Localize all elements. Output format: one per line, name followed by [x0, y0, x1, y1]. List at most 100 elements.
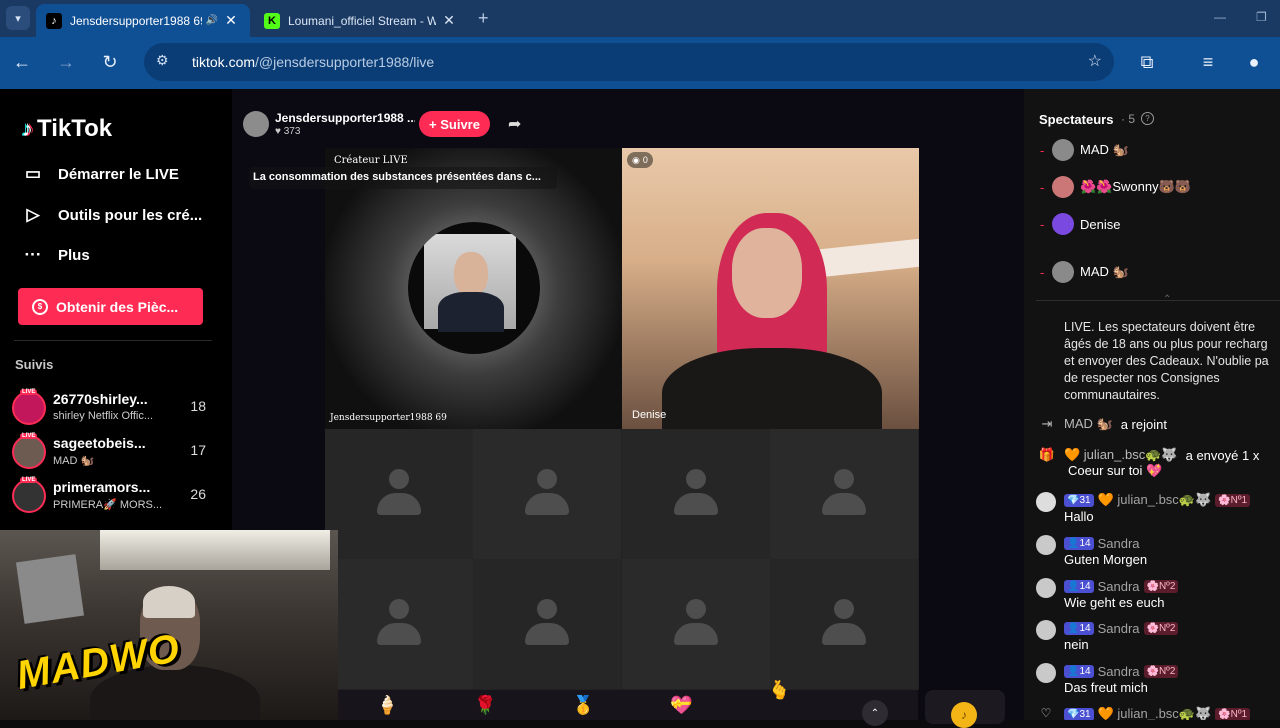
tab-search-button[interactable]: ▾ — [6, 6, 30, 30]
chat-message[interactable]: 👤14 Sandra 🌸Nº2 nein — [1036, 620, 1280, 662]
viewers-title: Spectateurs — [1039, 112, 1114, 127]
follow-button[interactable]: + Suivre — [419, 111, 490, 137]
chat-user[interactable]: Sandra — [1098, 536, 1140, 551]
minimize-icon[interactable]: — — [1214, 10, 1226, 24]
following-name: 26770shirley... — [53, 391, 148, 407]
extensions-icon[interactable]: ⧉ — [1135, 50, 1159, 74]
url-text[interactable]: tiktok.com/@jensdersupporter1988/live — [192, 54, 434, 70]
following-item[interactable]: LIVE sageetobeis... MAD 🐿️ 17 — [12, 433, 212, 471]
icecream-gift-icon[interactable]: 🍦 — [376, 695, 398, 716]
reading-list-icon[interactable]: ≡ — [1196, 50, 1220, 74]
following-item[interactable]: LIVE 26770shirley... shirley Netflix Off… — [12, 389, 212, 427]
tab-jensdersupporter[interactable]: ♪ Jensdersupporter1988 69 🔊 ✕ — [36, 4, 250, 37]
speaker-icon[interactable]: 🔊 — [206, 15, 218, 26]
host-photo — [424, 234, 516, 332]
rank-badge: 🌸Nº1 — [1215, 493, 1251, 507]
nav-creator-tools[interactable]: ▷ Outils pour les cré... — [22, 205, 202, 225]
tab-title: Loumani_officiel Stream - W — [288, 13, 436, 28]
gift-message: 🎁 🧡 julian_.bsc🐢🐺 a envoyé 1 x — [1038, 447, 1280, 463]
back-icon[interactable]: ← — [10, 50, 34, 74]
viewer-item[interactable]: - MAD 🐿️ — [1040, 136, 1270, 164]
avatar — [1036, 535, 1056, 555]
chat-user[interactable]: Sandra — [1098, 664, 1140, 679]
gift-user[interactable]: 🧡 julian_.bsc🐢🐺 — [1064, 447, 1178, 463]
live-badge: LIVE — [20, 433, 38, 439]
restore-icon[interactable]: ❐ — [1256, 10, 1267, 24]
guest-video-tile[interactable] — [622, 148, 919, 429]
empty-seat[interactable] — [622, 429, 770, 559]
host-likes: ♥ 373 — [275, 126, 301, 137]
gift-item: Coeur sur toi 💖 — [1068, 463, 1163, 478]
empty-seat[interactable] — [325, 559, 473, 689]
level-badge: 💎31 — [1064, 707, 1094, 720]
host-avatar[interactable] — [243, 111, 269, 137]
chat-message[interactable]: 👤14 Sandra 🌸Nº2 Wie geht es euch — [1036, 578, 1280, 620]
rank-badge: 🌸Nº2 — [1143, 664, 1179, 678]
chat-user[interactable]: 🧡 julian_.bsc🐢🐺 — [1098, 492, 1212, 508]
nav-start-live[interactable]: ▭ Démarrer le LIVE — [22, 164, 179, 184]
rose-gift-icon[interactable]: 🌹 — [474, 695, 496, 716]
person-placeholder-icon — [525, 469, 569, 519]
rank-badge: 🌸Nº2 — [1143, 579, 1179, 593]
avatar — [1036, 620, 1056, 640]
chat-message[interactable]: 👤14 Sandra 🌸Nº2 Das freut mich — [1036, 663, 1280, 705]
logo-text: TikTok — [37, 115, 113, 142]
viewer-item[interactable]: - MAD 🐿️ — [1040, 258, 1270, 286]
guest-count-value: 0 — [642, 155, 648, 165]
gift-bar — [338, 690, 918, 720]
chat-message[interactable]: ♡ 💎31 🧡 julian_.bsc🐢🐺 🌸Nº1 — [1036, 706, 1280, 720]
viewer-item[interactable]: - Denise — [1040, 210, 1270, 238]
creator-live-badge: Créateur LIVE — [334, 155, 408, 166]
following-item[interactable]: LIVE primeramors... PRIMERA🚀 MORS... 26 — [12, 477, 212, 515]
close-tab-icon[interactable]: ✕ — [440, 12, 458, 29]
join-user[interactable]: MAD 🐿️ — [1064, 416, 1113, 432]
level-badge: 👤14 — [1064, 536, 1094, 550]
empty-seat[interactable] — [473, 559, 621, 689]
gold-gift-icon[interactable]: 🥇 — [572, 695, 594, 716]
chat-user[interactable]: Sandra — [1098, 579, 1140, 594]
bookmark-star-icon[interactable]: ☆ — [1088, 51, 1102, 71]
level-badge: 💎31 — [1064, 493, 1094, 507]
expand-gifts-icon[interactable]: ⌃ — [862, 700, 888, 726]
gift-box-icon: 🎁 — [1038, 447, 1056, 462]
tab-loumani[interactable]: K Loumani_officiel Stream - W ✕ — [254, 4, 468, 37]
empty-seat[interactable] — [325, 429, 473, 559]
coin-icon[interactable]: ♪ — [951, 702, 977, 728]
following-name: sageetobeis... — [53, 435, 146, 451]
finger-heart-gift-icon[interactable]: 🫰 — [768, 680, 790, 701]
get-coins-button[interactable]: $ Obtenir des Pièc... — [18, 288, 203, 325]
new-tab-icon[interactable]: + — [478, 8, 489, 29]
level-badge: 👤14 — [1064, 621, 1094, 635]
host-camera-circle — [408, 222, 540, 354]
profile-avatar[interactable]: ● — [1242, 50, 1266, 74]
nav-more[interactable]: ··· Plus — [22, 245, 90, 265]
chat-message[interactable]: 👤14 Sandra Guten Morgen — [1036, 535, 1280, 577]
site-info-icon[interactable]: ⚙ — [156, 52, 169, 69]
guest-viewer-count: ◉ 0 — [627, 152, 653, 168]
heart-box-gift-icon[interactable]: 💝 — [670, 695, 692, 716]
address-bar[interactable]: ⚙ tiktok.com/@jensdersupporter1988/live … — [144, 43, 1114, 81]
viewer-name: Denise — [1080, 216, 1121, 232]
empty-seat[interactable] — [622, 559, 770, 689]
person-placeholder-icon — [674, 599, 718, 649]
chat-message[interactable]: 💎31 🧡 julian_.bsc🐢🐺 🌸Nº1 Hallo — [1036, 492, 1280, 534]
share-icon[interactable]: ➦ — [508, 114, 521, 134]
content-warning-banner[interactable]: La consommation des substances présentée… — [249, 167, 557, 189]
level-badge: 👤14 — [1064, 579, 1094, 593]
chat-user[interactable]: 🧡 julian_.bsc🐢🐺 — [1098, 706, 1212, 720]
chat-text: Guten Morgen — [1064, 552, 1148, 567]
following-sub: MAD 🐿️ — [53, 455, 95, 467]
chat-user[interactable]: Sandra — [1098, 621, 1140, 636]
heart-outline-icon[interactable]: ♡ — [1036, 706, 1056, 720]
rank-badge: 🌸Nº1 — [1215, 707, 1251, 720]
forward-icon[interactable]: → — [54, 50, 78, 74]
help-icon[interactable]: ? — [1141, 112, 1154, 125]
reload-icon[interactable]: ↻ — [98, 50, 122, 74]
host-name[interactable]: Jensdersupporter1988 ... — [275, 111, 415, 125]
close-tab-icon[interactable]: ✕ — [222, 12, 240, 29]
empty-seat[interactable] — [770, 559, 918, 689]
empty-seat[interactable] — [473, 429, 621, 559]
empty-seat[interactable] — [770, 429, 918, 559]
viewer-item[interactable]: - 🌺🌺Swonny🐻🐻 — [1040, 173, 1270, 201]
tiktok-logo[interactable]: ♪ TikTok — [22, 115, 112, 143]
